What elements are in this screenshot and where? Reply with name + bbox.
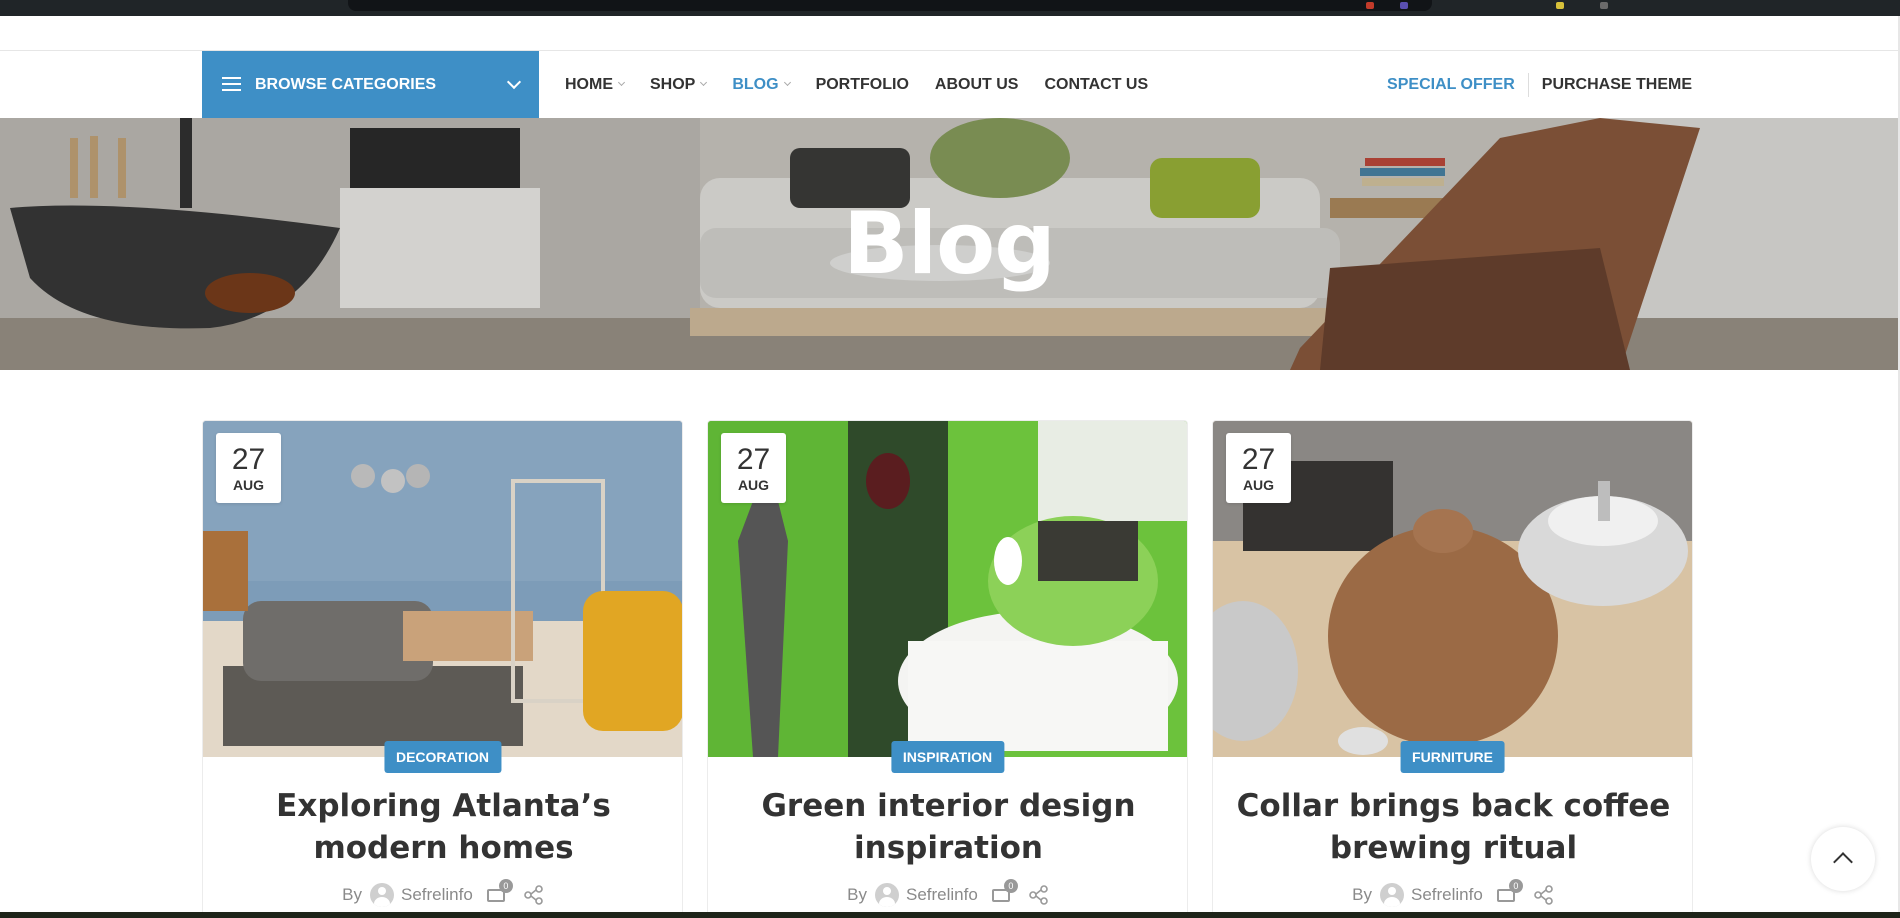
post-author[interactable]: Sefrelinfo — [906, 885, 978, 905]
nav-item-contact-us[interactable]: CONTACT US — [1044, 76, 1148, 94]
post-date-badge: 27 AUG — [216, 433, 281, 503]
nav-item-label: ABOUT US — [934, 75, 1019, 93]
post-meta: By Sefrelinfo 0 — [203, 879, 682, 907]
nav-item-home[interactable]: HOME — [565, 75, 626, 94]
browser-bottom-strip — [0, 912, 1900, 918]
post-thumbnail[interactable]: 27 AUG — [708, 421, 1187, 757]
blog-post-card: 27 AUG FURNITURE Collar brings back coff… — [1212, 420, 1693, 918]
blog-post-card: 27 AUG DECORATION Exploring Atlanta’s mo… — [202, 420, 683, 918]
share-icon[interactable] — [523, 885, 545, 905]
nav-item-label: CONTACT US — [1044, 75, 1149, 93]
browser-extension-icon[interactable] — [1556, 2, 1564, 9]
hamburger-icon — [222, 77, 241, 92]
post-meta: By Sefrelinfo 0 — [1213, 879, 1692, 907]
nav-item-label: BLOG — [732, 75, 779, 93]
post-date-badge: 27 AUG — [721, 433, 786, 503]
post-month: AUG — [232, 477, 265, 493]
browse-categories-label: BROWSE CATEGORIES — [255, 75, 437, 93]
post-category-badge[interactable]: DECORATION — [383, 741, 502, 773]
top-bar — [0, 16, 1898, 51]
nav-item-about-us[interactable]: ABOUT US — [935, 76, 1019, 94]
post-day: 27 — [231, 443, 266, 476]
nav-item-blog[interactable]: BLOG — [732, 75, 791, 94]
browser-extension-icon[interactable] — [1366, 2, 1374, 9]
post-author[interactable]: Sefrelinfo — [401, 885, 473, 905]
user-avatar-icon — [875, 883, 899, 907]
post-day: 27 — [736, 443, 771, 476]
header-right-links: SPECIAL OFFER PURCHASE THEME — [1387, 51, 1692, 118]
post-date-badge: 27 AUG — [1226, 433, 1291, 503]
nav-item-portfolio[interactable]: PORTFOLIO — [816, 76, 909, 94]
blog-post-card: 27 AUG INSPIRATION Green interior design… — [707, 420, 1188, 918]
nav-item-shop[interactable]: SHOP — [650, 75, 708, 94]
user-avatar-icon — [370, 883, 394, 907]
browser-extension-icon[interactable] — [1600, 2, 1608, 9]
browse-categories-button[interactable]: BROWSE CATEGORIES — [202, 51, 539, 118]
browser-top-bar — [0, 0, 1900, 16]
comment-count: 0 — [1508, 879, 1523, 893]
caret-down-icon — [700, 78, 708, 87]
caret-down-icon — [783, 78, 791, 87]
post-day: 27 — [1241, 443, 1276, 476]
post-title[interactable]: Collar brings back coffee brewing ritual — [1233, 785, 1674, 869]
scroll-to-top-button[interactable] — [1811, 827, 1875, 891]
post-month: AUG — [737, 477, 770, 493]
nav-item-label: SHOP — [650, 75, 696, 93]
chevron-up-icon — [1833, 852, 1853, 872]
post-meta: By Sefrelinfo 0 — [708, 879, 1187, 907]
comment-icon[interactable]: 0 — [486, 879, 513, 905]
nav-item-label: PORTFOLIO — [815, 75, 909, 93]
share-icon[interactable] — [1533, 885, 1555, 905]
post-by-label: By — [847, 885, 867, 904]
post-by-label: By — [1352, 885, 1372, 904]
share-icon[interactable] — [1028, 885, 1050, 905]
post-by-label: By — [342, 885, 362, 904]
comment-count: 0 — [1003, 879, 1018, 893]
post-category-badge[interactable]: INSPIRATION — [890, 741, 1005, 773]
browser-address-bar[interactable] — [348, 0, 1432, 11]
caret-down-icon — [617, 78, 626, 87]
post-title[interactable]: Exploring Atlanta’s modern homes — [223, 785, 664, 869]
post-category-badge[interactable]: FURNITURE — [1400, 741, 1505, 773]
page-title: Blog — [843, 194, 1056, 294]
post-author[interactable]: Sefrelinfo — [1411, 885, 1483, 905]
comment-icon[interactable]: 0 — [991, 879, 1018, 905]
special-offer-link[interactable]: SPECIAL OFFER — [1387, 72, 1529, 97]
post-month: AUG — [1242, 477, 1275, 493]
comment-icon[interactable]: 0 — [1496, 879, 1523, 905]
post-thumbnail[interactable]: 27 AUG — [203, 421, 682, 757]
main-nav: HOME SHOP BLOG PORTFOLIO ABOUT US CONTAC… — [565, 51, 1174, 118]
user-avatar-icon — [1380, 883, 1404, 907]
browser-extension-icon[interactable] — [1400, 2, 1408, 9]
post-title[interactable]: Green interior design inspiration — [728, 785, 1169, 869]
site-header: BROWSE CATEGORIES HOME SHOP BLOG PORTFOL… — [0, 51, 1898, 118]
hero-banner: Blog — [0, 118, 1898, 370]
nav-item-label: HOME — [565, 75, 613, 93]
chevron-down-icon — [506, 74, 522, 90]
post-thumbnail[interactable]: 27 AUG — [1213, 421, 1692, 757]
comment-count: 0 — [498, 879, 513, 893]
purchase-theme-link[interactable]: PURCHASE THEME — [1529, 76, 1692, 94]
